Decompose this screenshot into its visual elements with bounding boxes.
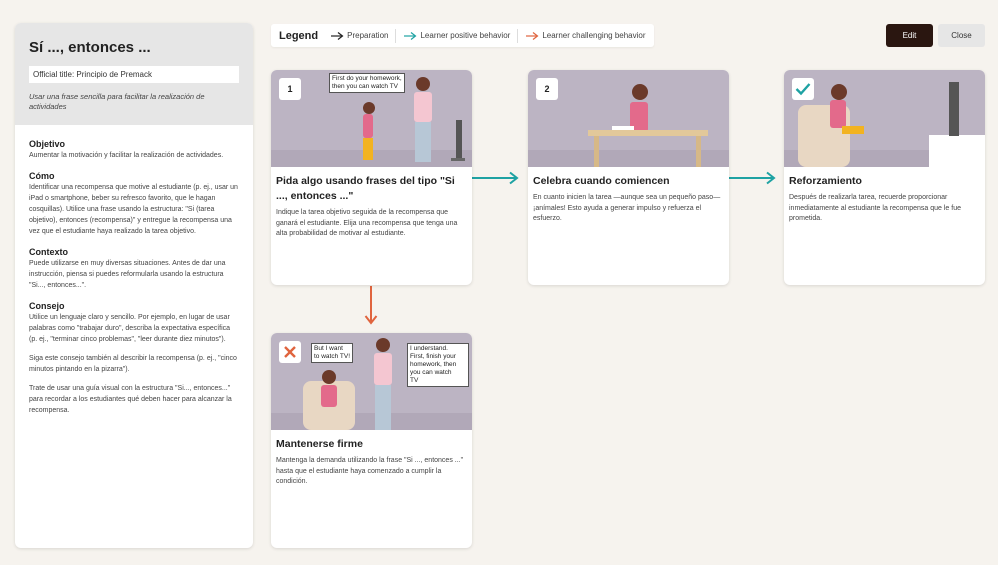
step-title: Reforzamiento	[789, 175, 862, 187]
illustration-child-at-desk	[528, 84, 729, 167]
speech-line: to watch TV!	[314, 353, 351, 360]
step-description: Después de realizarla tarea, recuerde pr…	[789, 194, 961, 222]
speech-line: TV	[410, 377, 419, 384]
section-text-consejo-extra-1: Siga este consejo también al describir l…	[29, 355, 237, 373]
legend-label-preparation: Preparation	[347, 31, 389, 40]
illustration-child-watching-tv	[784, 82, 985, 167]
legend-item-preparation: Preparation	[330, 31, 388, 41]
step-description: Indique la tarea objetivo seguida de la …	[276, 209, 458, 237]
step-title: Mantenerse firme	[276, 438, 363, 450]
step-title: Celebra cuando comiencen	[533, 175, 670, 187]
arrow-step1-to-firm	[364, 286, 378, 325]
strategy-subtitle: Usar una frase sencilla para facilitar l…	[29, 92, 205, 111]
speech-bubble: But I want to watch TV!	[311, 343, 354, 363]
speech-bubble: First do your homework, then you can wat…	[329, 73, 405, 93]
step-number-badge: 2	[536, 78, 558, 100]
official-title: Official title: Principio de Premack	[29, 66, 239, 83]
legend-item-challenging: Learner challenging behavior	[525, 31, 646, 41]
legend: Legend Preparation Learner positive beha…	[271, 24, 654, 47]
arrow-step2-to-step3	[728, 171, 776, 185]
speech-line: you can watch	[410, 369, 452, 376]
section-text-consejo: Utilice un lenguaje claro y sencillo. Po…	[29, 314, 231, 343]
step-card-1[interactable]: 1 First do your homework, then you can w…	[271, 70, 472, 285]
cross-badge	[279, 341, 301, 363]
strategy-title: Sí ..., entonces ...	[29, 39, 151, 56]
step-title: Pida algo usando frases del tipo "Si ...…	[276, 175, 455, 202]
close-button[interactable]: Close	[938, 24, 985, 47]
section-title-como: Cómo	[29, 171, 55, 181]
step-illustration-1: 1 First do your homework, then you can w…	[271, 70, 472, 167]
info-panel: Sí ..., entonces ... Official title: Pri…	[15, 23, 253, 548]
check-icon	[795, 83, 811, 96]
speech-line: First do your homework,	[332, 75, 402, 82]
legend-divider	[517, 28, 519, 43]
speech-bubble: I understand. First, finish your homewor…	[407, 343, 469, 387]
speech-line: then you can watch TV	[332, 83, 399, 90]
section-text-consejo-extra-2: Trate de usar una guía visual con la est…	[29, 385, 232, 414]
section-text-como: Identificar una recompensa que motive al…	[29, 184, 238, 235]
arrow-step1-to-step2	[472, 171, 519, 185]
section-title-objetivo: Objetivo	[29, 139, 66, 149]
legend-title: Legend	[279, 29, 319, 42]
speech-line: But I want	[314, 345, 343, 352]
orange-arrow-icon	[526, 31, 539, 40]
step-illustration-4: But I want to watch TV! I understand. Fi…	[271, 333, 472, 430]
edit-button[interactable]: Edit	[886, 24, 933, 47]
info-panel-header: Sí ..., entonces ... Official title: Pri…	[15, 23, 253, 125]
step-description: En cuanto inicien la tarea —aunque sea u…	[533, 194, 721, 222]
section-text-contexto: Puede utilizarse en muy diversas situaci…	[29, 260, 226, 289]
step-card-3[interactable]: Reforzamiento Después de realizarla tare…	[784, 70, 985, 285]
info-panel-body: Objetivo Aumentar la motivación y facili…	[15, 125, 253, 416]
step-illustration-3	[784, 70, 985, 167]
check-badge	[792, 78, 814, 100]
section-title-consejo: Consejo	[29, 301, 65, 311]
step-description: Mantenga la demanda utilizando la frase …	[276, 457, 464, 485]
black-arrow-icon	[331, 31, 344, 40]
speech-line: I understand.	[410, 345, 448, 352]
legend-label-positive: Learner positive behavior	[420, 31, 511, 40]
legend-label-challenging: Learner challenging behavior	[542, 31, 646, 40]
speech-line: homework, then	[410, 361, 457, 368]
section-title-contexto: Contexto	[29, 247, 68, 257]
step-card-2[interactable]: 2 Celebra cuando comiencen En cuanto ini…	[528, 70, 729, 285]
speech-line: First, finish your	[410, 353, 456, 360]
legend-divider	[395, 28, 397, 43]
cross-icon	[284, 346, 296, 358]
step-number-badge: 1	[279, 78, 301, 100]
legend-item-positive: Learner positive behavior	[403, 31, 510, 41]
section-text-objetivo: Aumentar la motivación y facilitar la re…	[29, 152, 224, 159]
step-illustration-2: 2	[528, 70, 729, 167]
teal-arrow-icon	[404, 31, 417, 40]
step-card-stay-firm[interactable]: But I want to watch TV! I understand. Fi…	[271, 333, 472, 548]
